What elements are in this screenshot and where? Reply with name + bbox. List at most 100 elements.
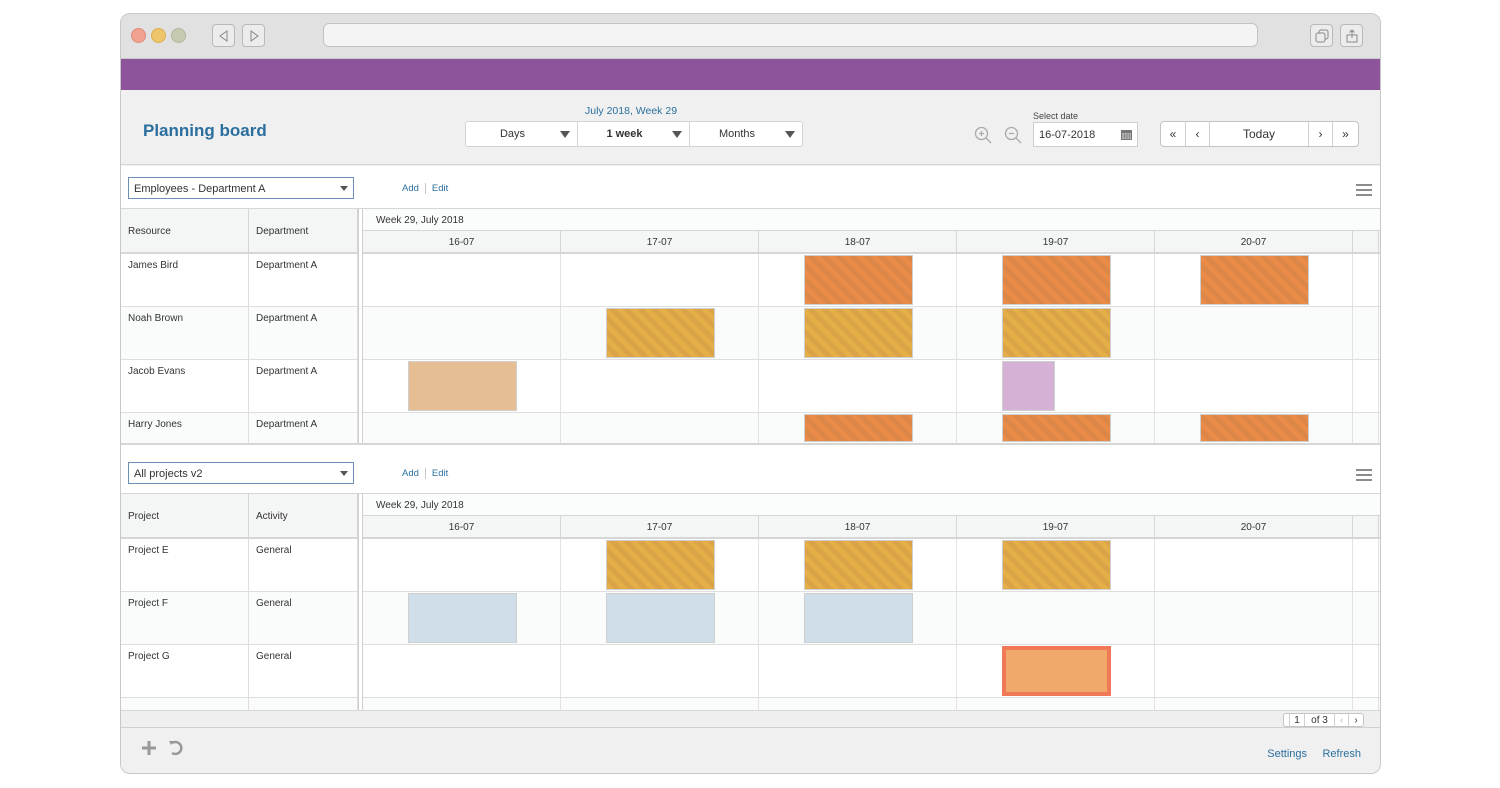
close-window-button[interactable]	[131, 28, 146, 43]
tabs-button[interactable]	[1310, 24, 1333, 47]
timeline-cell-overflow	[1353, 645, 1379, 697]
timeline-cell-overflow	[1353, 360, 1379, 412]
booking-block[interactable]	[606, 540, 715, 590]
booking-block[interactable]	[1200, 255, 1309, 305]
first-period-button[interactable]: «	[1161, 122, 1186, 146]
timeline-cell[interactable]	[561, 645, 759, 697]
day-header: 17-07	[561, 516, 759, 537]
resources-view-value: Employees - Department A	[134, 183, 266, 195]
timeline-cell[interactable]	[1155, 592, 1353, 644]
grid-row[interactable]: Harry Jones Department A	[121, 413, 358, 444]
booking-block[interactable]	[1200, 414, 1309, 442]
booking-block[interactable]	[408, 593, 517, 643]
timeline-cell-overflow	[1353, 413, 1379, 443]
timeline-cell[interactable]	[363, 645, 561, 697]
back-button[interactable]	[212, 24, 235, 47]
next-period-button[interactable]: ›	[1309, 122, 1333, 146]
address-bar[interactable]	[323, 23, 1258, 47]
plus-icon[interactable]	[140, 739, 158, 757]
timeline-cell[interactable]	[561, 413, 759, 443]
scale-select-range[interactable]: 1 week	[578, 122, 690, 146]
projects-view-select[interactable]: All projects v2	[128, 462, 354, 484]
share-button[interactable]	[1340, 24, 1363, 47]
projects-grid-header: Project Activity	[121, 494, 358, 539]
booking-block[interactable]	[804, 593, 913, 643]
zoom-in-icon[interactable]	[974, 126, 992, 144]
booking-block[interactable]	[804, 540, 913, 590]
settings-link[interactable]: Settings	[1267, 748, 1307, 760]
hamburger-menu-icon[interactable]	[1356, 469, 1372, 481]
booking-block[interactable]	[804, 255, 913, 305]
undo-icon[interactable]	[167, 739, 185, 757]
timeline-cell-overflow	[1353, 592, 1379, 644]
grid-row[interactable]: James Bird Department A	[121, 254, 358, 307]
timeline-cell[interactable]	[759, 645, 957, 697]
today-button[interactable]: Today	[1210, 122, 1309, 146]
timeline-cell[interactable]	[1155, 539, 1353, 591]
booking-block[interactable]	[408, 361, 517, 411]
booking-block[interactable]	[804, 414, 913, 442]
booking-block[interactable]	[1002, 646, 1111, 696]
timeline-cell[interactable]	[363, 413, 561, 443]
booking-block[interactable]	[606, 593, 715, 643]
column-header-project[interactable]: Project	[121, 494, 249, 537]
resources-add-link[interactable]: Add	[402, 183, 419, 194]
next-page-button[interactable]: ›	[1349, 714, 1363, 726]
column-header-resource[interactable]: Resource	[121, 209, 249, 252]
grid-row[interactable]: Jacob Evans Department A	[121, 360, 358, 413]
prev-page-button[interactable]: ‹	[1335, 714, 1349, 726]
hamburger-menu-icon[interactable]	[1356, 184, 1372, 196]
scale-select-days[interactable]: Days	[466, 122, 578, 146]
column-header-department[interactable]: Department	[249, 209, 358, 252]
timeline-cell[interactable]	[759, 360, 957, 412]
projects-timeline: Week 29, July 2018 16-07 17-07 18-07 19-07 2…	[363, 494, 1380, 712]
last-period-button[interactable]: »	[1333, 122, 1358, 146]
calendar-icon[interactable]	[1121, 129, 1132, 140]
grid-row[interactable]: Noah Brown Department A	[121, 307, 358, 360]
resources-edit-link[interactable]: Edit	[432, 183, 448, 194]
timeline-cell[interactable]	[363, 254, 561, 306]
booking-block[interactable]	[804, 308, 913, 358]
forward-button[interactable]	[242, 24, 265, 47]
title-bar	[121, 14, 1380, 59]
booking-block[interactable]	[1002, 361, 1055, 411]
row-group: Department A	[249, 413, 358, 443]
page-number-input[interactable]: 1	[1290, 714, 1305, 726]
resources-view-select[interactable]: Employees - Department A	[128, 177, 354, 199]
projects-edit-link[interactable]: Edit	[432, 468, 448, 479]
timeline-row	[363, 645, 1380, 698]
booking-block[interactable]	[1002, 255, 1111, 305]
booking-block[interactable]	[1002, 308, 1111, 358]
projects-section: All projects v2 Add Edit Project Activit…	[121, 451, 1380, 712]
timeline-cell[interactable]	[1155, 307, 1353, 359]
board-header: Planning board July 2018, Week 29 Days 1…	[121, 90, 1380, 165]
timeline-cell[interactable]	[1155, 645, 1353, 697]
prev-period-button[interactable]: ‹	[1186, 122, 1210, 146]
day-headers: 16-07 17-07 18-07 19-07 20-07	[363, 516, 1380, 539]
timeline-cell[interactable]	[363, 307, 561, 359]
maximize-window-button[interactable]	[171, 28, 186, 43]
timeline-cell[interactable]	[957, 360, 1155, 412]
grid-row[interactable]: Project G General	[121, 645, 358, 698]
grid-row[interactable]: Project E General	[121, 539, 358, 592]
booking-block[interactable]	[606, 308, 715, 358]
row-group: General	[249, 539, 358, 591]
booking-block[interactable]	[1002, 414, 1111, 442]
resources-section: Employees - Department A Add Edit Resour…	[121, 166, 1380, 444]
grid-row[interactable]: Project F General	[121, 592, 358, 645]
timeline-cell[interactable]	[561, 254, 759, 306]
column-header-activity[interactable]: Activity	[249, 494, 358, 537]
minimize-window-button[interactable]	[151, 28, 166, 43]
day-header-overflow	[1353, 231, 1379, 252]
zoom-out-icon[interactable]	[1004, 126, 1022, 144]
projects-add-link[interactable]: Add	[402, 468, 419, 479]
refresh-link[interactable]: Refresh	[1322, 748, 1361, 760]
footer: Settings Refresh	[121, 729, 1380, 773]
booking-block[interactable]	[1002, 540, 1111, 590]
date-input[interactable]: 16-07-2018	[1033, 122, 1138, 147]
timeline-cell[interactable]	[957, 592, 1155, 644]
timeline-cell[interactable]	[1155, 360, 1353, 412]
timeline-cell[interactable]	[561, 360, 759, 412]
timeline-cell[interactable]	[363, 539, 561, 591]
scale-select-months[interactable]: Months	[690, 122, 802, 146]
